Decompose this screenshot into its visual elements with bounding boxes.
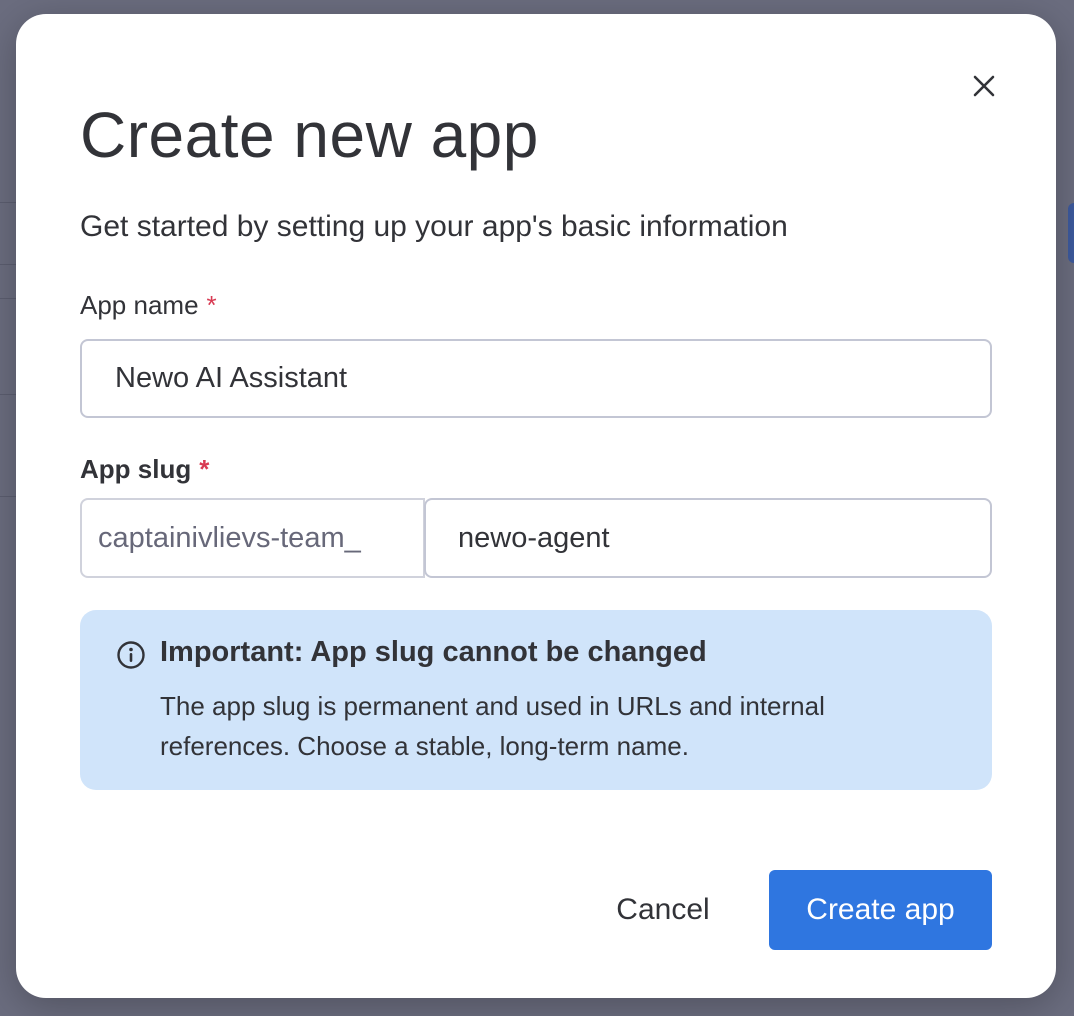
- notice-title: Important: App slug cannot be changed: [160, 636, 707, 668]
- close-icon: [973, 75, 995, 97]
- app-slug-label-text: App slug: [80, 454, 192, 484]
- slug-warning-notice: Important: App slug cannot be changed Th…: [80, 610, 992, 790]
- dialog-subtitle: Get started by setting up your app's bas…: [80, 210, 788, 243]
- app-name-input[interactable]: Newo AI Assistant: [80, 339, 992, 418]
- app-slug-prefix: captainivlievs-team_: [80, 498, 425, 578]
- app-name-label: App name *: [80, 290, 217, 321]
- dialog-title: Create new app: [80, 99, 539, 171]
- app-slug-input[interactable]: newo-agent: [424, 498, 992, 578]
- background-button: [1068, 203, 1074, 263]
- app-slug-label: App slug *: [80, 454, 209, 485]
- cancel-button[interactable]: Cancel: [592, 870, 734, 950]
- info-icon: [117, 641, 145, 669]
- close-button[interactable]: [968, 70, 1000, 102]
- create-app-dialog: Create new app Get started by setting up…: [16, 14, 1056, 998]
- app-slug-value: newo-agent: [458, 521, 610, 554]
- required-mark: *: [199, 454, 210, 484]
- app-name-label-text: App name: [80, 290, 199, 320]
- app-name-value: Newo AI Assistant: [115, 362, 348, 394]
- required-mark: *: [206, 290, 217, 320]
- app-slug-prefix-text: captainivlievs-team_: [98, 521, 361, 554]
- create-app-button[interactable]: Create app: [769, 870, 992, 950]
- notice-body: The app slug is permanent and used in UR…: [160, 691, 825, 761]
